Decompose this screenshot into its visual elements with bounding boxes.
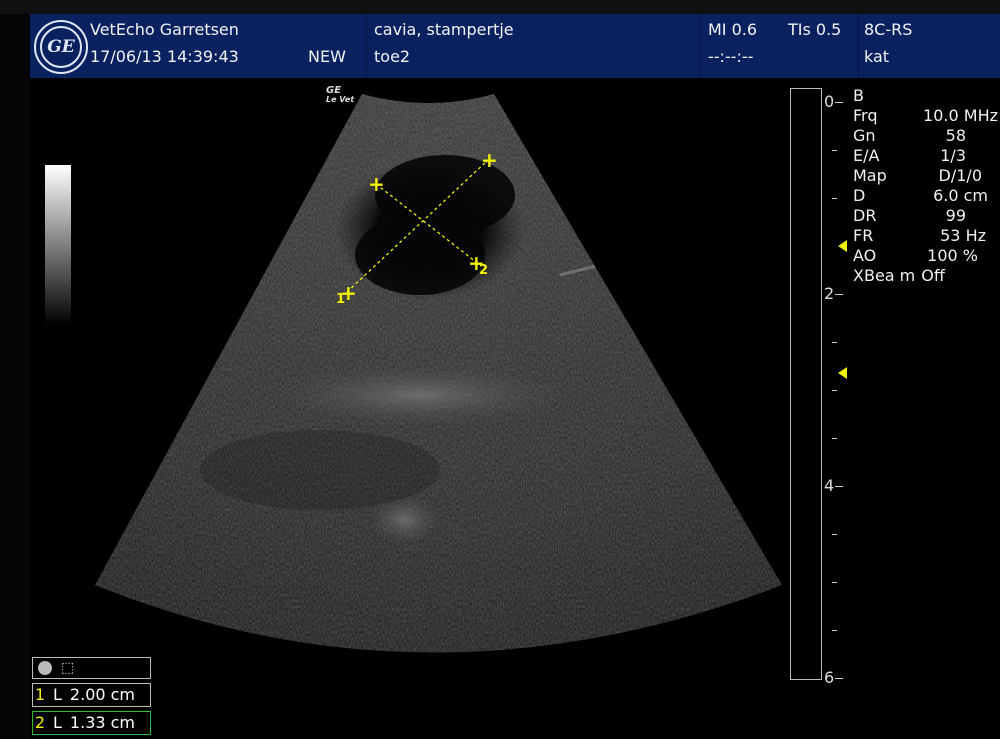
depth-label-4: 4: [824, 476, 835, 495]
depth-minor-tick: [832, 438, 837, 439]
measurement-index: 2: [34, 713, 46, 732]
record-dot-icon[interactable]: [38, 661, 52, 675]
depth-minor-tick: [832, 534, 837, 535]
param-row: DR 99: [853, 206, 1000, 226]
param-value: 58: [945, 126, 966, 145]
param-key: XBea m: [853, 266, 916, 285]
param-row: XBea m Off: [853, 266, 1000, 286]
focus-marker-icon[interactable]: [838, 240, 847, 252]
depth-label-6: 6: [824, 668, 835, 687]
measurement-row-1[interactable]: 1 L 2.00 cm: [32, 683, 151, 707]
caliper-label-1: 1: [336, 292, 346, 307]
param-key: Gn: [853, 126, 876, 145]
param-row: D 6.0 cm: [853, 186, 1000, 206]
param-row: B: [853, 86, 1000, 106]
depth-minor-tick: [832, 390, 837, 391]
measurement-type: L: [53, 713, 62, 732]
measurement-value: 1.33 cm: [69, 713, 136, 732]
param-key: B: [853, 86, 864, 105]
param-key: D: [853, 186, 866, 205]
measurement-index: 1: [34, 685, 46, 704]
brand-line-2: Le Vet: [326, 95, 355, 104]
depth-tick: [835, 294, 843, 295]
measurement-value: 2.00 cm: [69, 685, 136, 704]
depth-minor-tick: [832, 150, 837, 151]
param-value: 10.0 MHz: [923, 106, 998, 125]
focus-marker-icon[interactable]: [838, 367, 847, 379]
brand-label: GE Le Vet: [326, 85, 355, 105]
brand-line-1: GE: [326, 85, 342, 96]
param-key: E/A: [853, 146, 880, 165]
measurement-row-2[interactable]: 2 L 1.33 cm: [32, 711, 151, 735]
sector-field: [95, 94, 782, 653]
caliper-label-2: 2: [479, 263, 489, 278]
depth-tick: [835, 102, 843, 103]
param-value: 6.0 cm: [933, 186, 988, 205]
depth-tick: [835, 486, 843, 487]
param-value: D/1/0: [938, 166, 982, 185]
param-value: 99: [945, 206, 966, 225]
param-row: Gn 58: [853, 126, 1000, 146]
param-value: 1/3: [940, 146, 966, 165]
param-value: 53 Hz: [940, 226, 986, 245]
depth-label-0: 0: [824, 92, 835, 111]
param-key: AO: [853, 246, 877, 265]
param-row: AO 100 %: [853, 246, 1000, 266]
param-row: Map D/1/0: [853, 166, 1000, 186]
depth-minor-tick: [832, 630, 837, 631]
param-key: DR: [853, 206, 877, 225]
ultrasound-image[interactable]: [0, 0, 1000, 739]
depth-tick: [835, 678, 843, 679]
depth-ruler: [790, 88, 822, 680]
grayscale-bar: [45, 165, 71, 325]
depth-label-2: 2: [824, 284, 835, 303]
depth-minor-tick: [832, 198, 837, 199]
param-key: Frq: [853, 106, 878, 125]
param-row: FR 53 Hz: [853, 226, 1000, 246]
parameter-panel: B Frq 10.0 MHz Gn 58 E/A 1/3 Map D/1/0 D 6.0 …: [853, 86, 1000, 286]
param-row: Frq 10.0 MHz: [853, 106, 1000, 126]
caliper-end-marker[interactable]: +: [481, 150, 498, 170]
param-row: E/A 1/3: [853, 146, 1000, 166]
param-value: 100 %: [927, 246, 978, 265]
caliper-start-marker[interactable]: +: [368, 174, 385, 194]
depth-minor-tick: [832, 582, 837, 583]
measurement-type: L: [53, 685, 62, 704]
param-value: Off: [921, 266, 945, 285]
param-key: Map: [853, 166, 887, 185]
measurement-toolbar: ⬚: [32, 657, 151, 679]
cursor-select-icon[interactable]: ⬚: [61, 660, 74, 676]
param-key: FR: [853, 226, 874, 245]
depth-minor-tick: [832, 342, 837, 343]
